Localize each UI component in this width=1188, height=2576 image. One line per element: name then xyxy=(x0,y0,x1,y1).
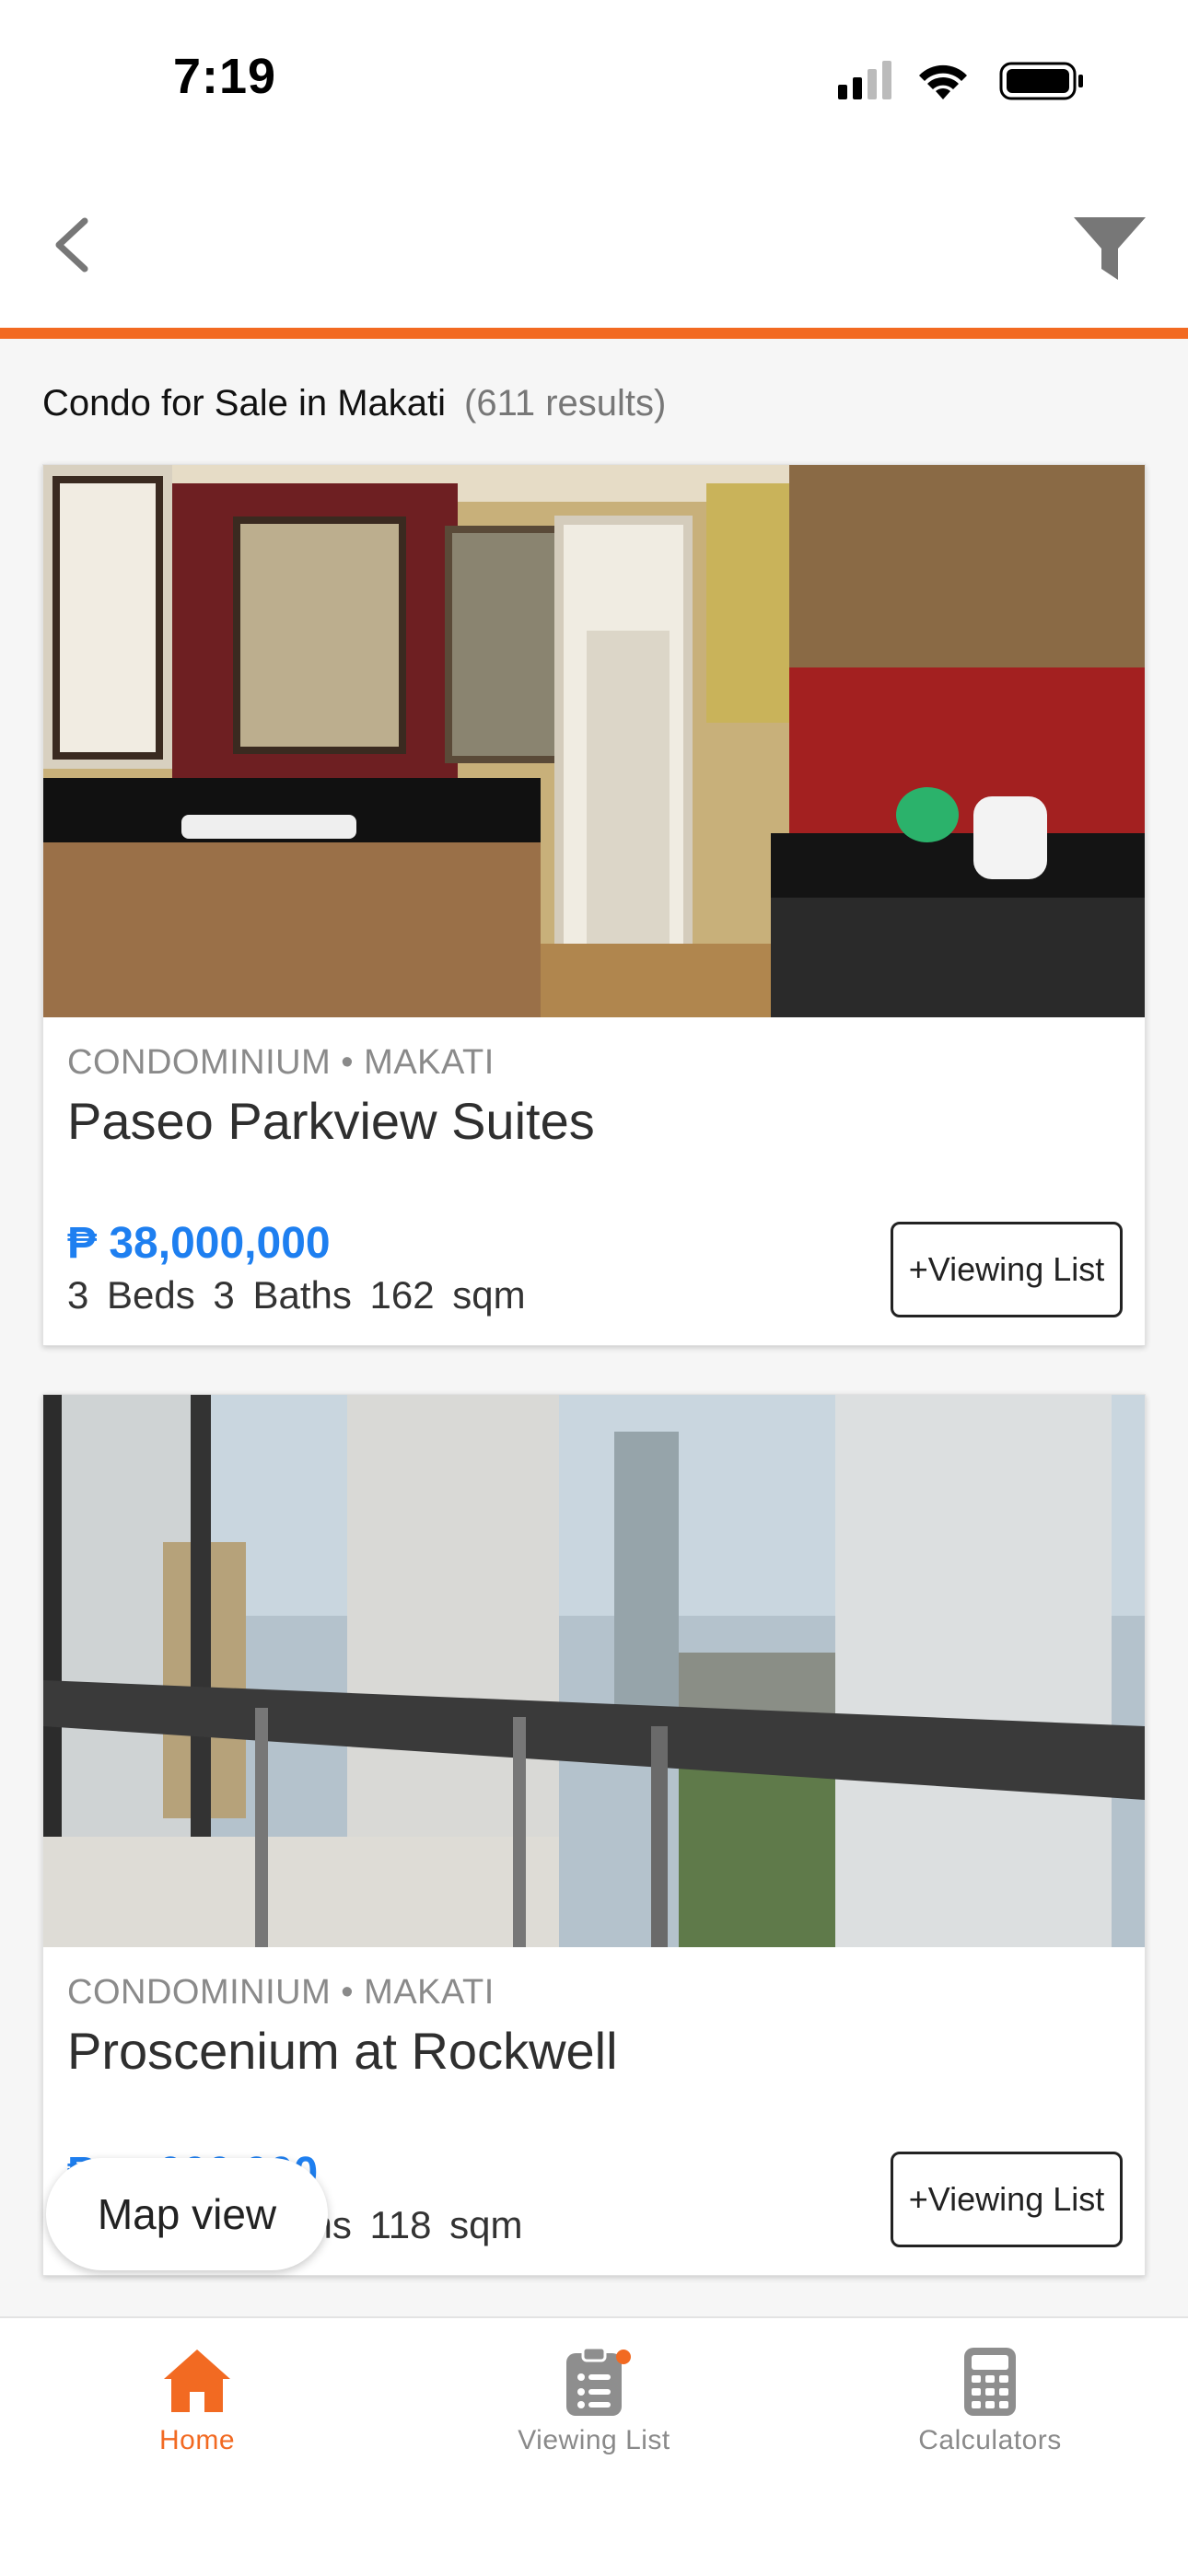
wifi-icon xyxy=(919,64,967,99)
listing-card[interactable]: CONDOMINIUM • MAKATI Paseo Parkview Suit… xyxy=(42,464,1146,1346)
home-icon xyxy=(164,2350,230,2412)
listing-photo-balcony[interactable] xyxy=(43,1395,1145,1947)
tab-calculators[interactable]: Calculators xyxy=(852,2344,1128,2473)
status-bar: 7:19 xyxy=(0,0,1188,157)
listing-card[interactable]: CONDOMINIUM • MAKATI Proscenium at Rockw… xyxy=(42,1394,1146,2276)
listing-photo-kitchen[interactable] xyxy=(43,465,1145,1017)
results-header: Condo for Sale in Makati (611 results) xyxy=(42,383,666,424)
results-title: Condo for Sale in Makati xyxy=(42,383,447,424)
listing-meta: CONDOMINIUM • MAKATI xyxy=(67,1973,495,2012)
status-icons xyxy=(838,61,1083,100)
listing-meta: CONDOMINIUM • MAKATI xyxy=(67,1043,495,1082)
tab-home[interactable]: Home xyxy=(59,2344,335,2473)
tab-label: Viewing List xyxy=(518,2425,670,2455)
nav-bar xyxy=(0,157,1188,328)
tab-bar: Home Viewing List Calculators xyxy=(0,2316,1188,2576)
listing-title[interactable]: Proscenium at Rockwell xyxy=(67,2021,618,2081)
filter-icon[interactable] xyxy=(1068,204,1151,287)
notification-dot xyxy=(616,2350,631,2364)
battery-icon xyxy=(999,62,1083,100)
chevron-left-icon[interactable] xyxy=(37,203,111,285)
add-to-viewing-list-button[interactable]: +Viewing List xyxy=(891,1222,1123,1317)
tab-label: Calculators xyxy=(918,2425,1062,2455)
calculator-icon xyxy=(964,2348,1016,2416)
listing-price: ₱ 38,000,000 xyxy=(67,1219,331,1268)
map-view-button[interactable]: Map view xyxy=(46,2158,328,2270)
status-time: 7:19 xyxy=(173,49,277,104)
tab-label: Home xyxy=(158,2425,236,2455)
results-count: (611 results) xyxy=(464,383,667,424)
signal-icon xyxy=(838,61,891,99)
listing-specs: 3 Beds 3 Baths 162 sqm xyxy=(67,1273,526,1317)
listing-title[interactable]: Paseo Parkview Suites xyxy=(67,1091,595,1151)
add-to-viewing-list-button[interactable]: +Viewing List xyxy=(891,2152,1123,2247)
tab-viewing-list[interactable]: Viewing List xyxy=(456,2344,732,2473)
accent-divider xyxy=(0,328,1188,339)
